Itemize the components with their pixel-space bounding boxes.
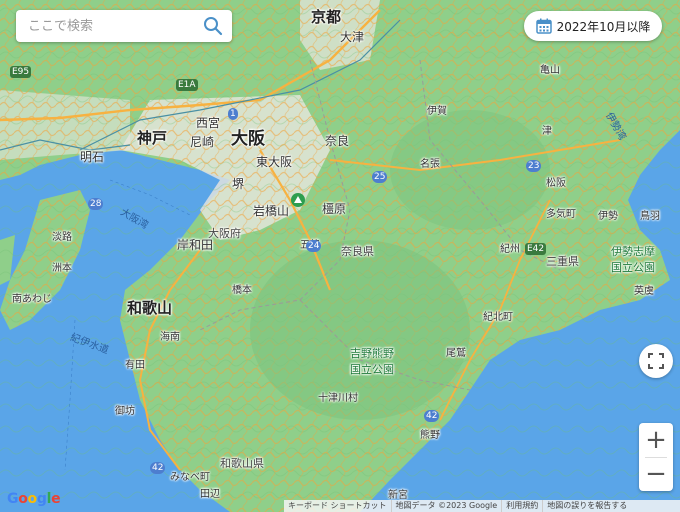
label-otsu: 大津 xyxy=(340,30,365,44)
label-ago: 英虞 xyxy=(634,286,654,297)
label-toba: 鳥羽 xyxy=(640,211,660,222)
label-wakayama-pref: 和歌山県 xyxy=(220,457,264,470)
label-sumoto: 洲本 xyxy=(52,263,72,274)
label-mie-pref: 三重県 xyxy=(546,255,579,268)
label-tanabe: 田辺 xyxy=(200,489,220,500)
label-nabari: 名張 xyxy=(420,159,440,170)
terms-link[interactable]: 利用規約 xyxy=(502,500,544,512)
map-data-text: 地図データ ©2023 Google xyxy=(392,500,503,512)
google-logo[interactable]: Google xyxy=(7,491,61,507)
label-iwahashi: 岩橋山 xyxy=(253,204,290,218)
route-shield-e95: E95 xyxy=(10,66,32,78)
label-minabe: みなべ町 xyxy=(170,472,210,483)
attribution-bar: キーボード ショートカット 地図データ ©2023 Google 利用規約 地図… xyxy=(284,500,680,512)
label-nishinomiya: 西宮 xyxy=(196,116,221,130)
label-nara-pref: 奈良県 xyxy=(341,245,374,258)
keyboard-shortcuts-link[interactable]: キーボード ショートカット xyxy=(284,500,392,512)
label-sakai: 堺 xyxy=(232,177,245,191)
label-amagasaki: 尼崎 xyxy=(190,135,215,149)
label-matsusaka: 松阪 xyxy=(546,178,566,189)
label-nara: 奈良 xyxy=(325,134,350,148)
label-yoshino-park: 吉野熊野 国立公園 xyxy=(350,347,394,376)
label-osaka: 大阪 xyxy=(231,129,265,149)
label-awaji: 淡路 xyxy=(52,232,72,243)
label-shingu: 新宮 xyxy=(388,490,408,501)
fullscreen-button[interactable] xyxy=(639,344,673,378)
route-shield-1: 1 xyxy=(228,108,238,120)
label-higashiosaka: 東大阪 xyxy=(256,155,293,169)
label-ise-park: 伊勢志摩 国立公園 xyxy=(611,245,655,274)
calendar-icon xyxy=(535,18,552,34)
route-shield-e1a: E1A xyxy=(176,79,198,91)
label-minamiawaji: 南あわじ xyxy=(12,294,52,305)
label-kishiwada: 岸和田 xyxy=(177,238,214,252)
label-iga: 伊賀 xyxy=(427,106,447,117)
fullscreen-icon xyxy=(648,353,664,369)
label-kameyama: 亀山 xyxy=(540,65,560,76)
label-akashi: 明石 xyxy=(80,150,105,164)
report-error-link[interactable]: 地図の誤りを報告する xyxy=(543,500,631,512)
label-kishu: 紀州 xyxy=(500,244,520,255)
label-kumano: 熊野 xyxy=(420,430,440,441)
zoom-controls: + − xyxy=(639,423,673,491)
search-input[interactable] xyxy=(26,17,200,35)
zoom-in-button[interactable]: + xyxy=(639,423,673,457)
route-shield-e42: E42 xyxy=(525,243,547,255)
search-button[interactable] xyxy=(200,12,226,40)
label-wakayama: 和歌山 xyxy=(127,299,173,317)
route-shield-42: 42 xyxy=(150,462,166,474)
label-hashimoto: 橋本 xyxy=(232,285,252,296)
date-filter-label: 2022年10月以降 xyxy=(556,19,651,34)
search-icon xyxy=(204,17,223,36)
label-kyoto: 京都 xyxy=(311,8,342,26)
label-tsu: 津 xyxy=(542,126,552,137)
label-totsukawa: 十津川村 xyxy=(318,393,358,404)
label-ise: 伊勢 xyxy=(598,211,618,222)
label-kiihoku: 紀北町 xyxy=(483,312,513,323)
label-kainan: 海南 xyxy=(160,332,180,343)
label-taki: 多気町 xyxy=(546,209,576,220)
label-arida: 有田 xyxy=(125,360,145,371)
label-owase: 尾鷲 xyxy=(446,348,466,359)
date-filter-chip[interactable]: 2022年10月以降 xyxy=(524,11,662,41)
route-shield-28: 28 xyxy=(88,198,104,210)
label-gobo: 御坊 xyxy=(115,406,135,417)
route-shield-42b: 42 xyxy=(424,410,440,422)
zoom-out-button[interactable]: − xyxy=(639,457,673,491)
label-kobe: 神戸 xyxy=(137,129,168,147)
route-shield-23: 23 xyxy=(526,160,542,172)
label-kashihara: 橿原 xyxy=(322,202,347,216)
route-shield-25: 25 xyxy=(372,171,388,183)
route-shield-24: 24 xyxy=(306,240,322,252)
search-box[interactable] xyxy=(16,10,232,42)
